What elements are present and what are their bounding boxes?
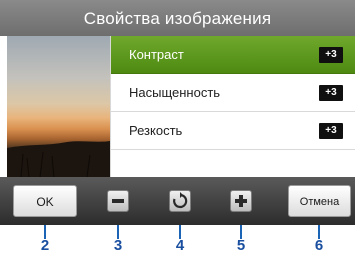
reset-icon — [173, 192, 188, 209]
list-item-sharpness[interactable]: Резкость +3 — [111, 112, 355, 150]
list-item-saturation[interactable]: Насыщенность +3 — [111, 74, 355, 112]
setting-label: Насыщенность — [129, 85, 221, 100]
setting-label: Резкость — [129, 123, 183, 138]
callout-number: 5 — [236, 237, 246, 254]
sunset-photo — [7, 141, 110, 177]
plus-icon — [235, 195, 247, 207]
minus-icon — [112, 199, 124, 203]
cancel-button[interactable]: Отмена — [288, 185, 351, 217]
callout-number: 3 — [113, 237, 123, 254]
callout-annotations: 2 3 4 5 6 — [0, 225, 355, 257]
value-badge: +3 — [319, 123, 343, 139]
value-badge: +3 — [319, 47, 343, 63]
decrease-button[interactable] — [107, 190, 129, 212]
page-title: Свойства изображения — [83, 9, 272, 28]
increase-button[interactable] — [230, 190, 252, 212]
value-badge: +3 — [319, 85, 343, 101]
title-bar: Свойства изображения — [0, 0, 355, 36]
list-item-contrast[interactable]: Контраст +3 — [111, 36, 355, 74]
setting-label: Контраст — [129, 47, 184, 62]
callout-number: 6 — [314, 237, 324, 254]
bottom-toolbar: OK Отмена — [0, 177, 355, 225]
callout-number: 4 — [175, 237, 185, 254]
image-preview — [7, 36, 110, 177]
settings-list: Контраст +3 Насыщенность +3 Резкость +3 — [110, 36, 355, 177]
callout-number: 2 — [40, 237, 50, 254]
ok-button[interactable]: OK — [13, 185, 77, 217]
reset-button[interactable] — [169, 190, 191, 212]
